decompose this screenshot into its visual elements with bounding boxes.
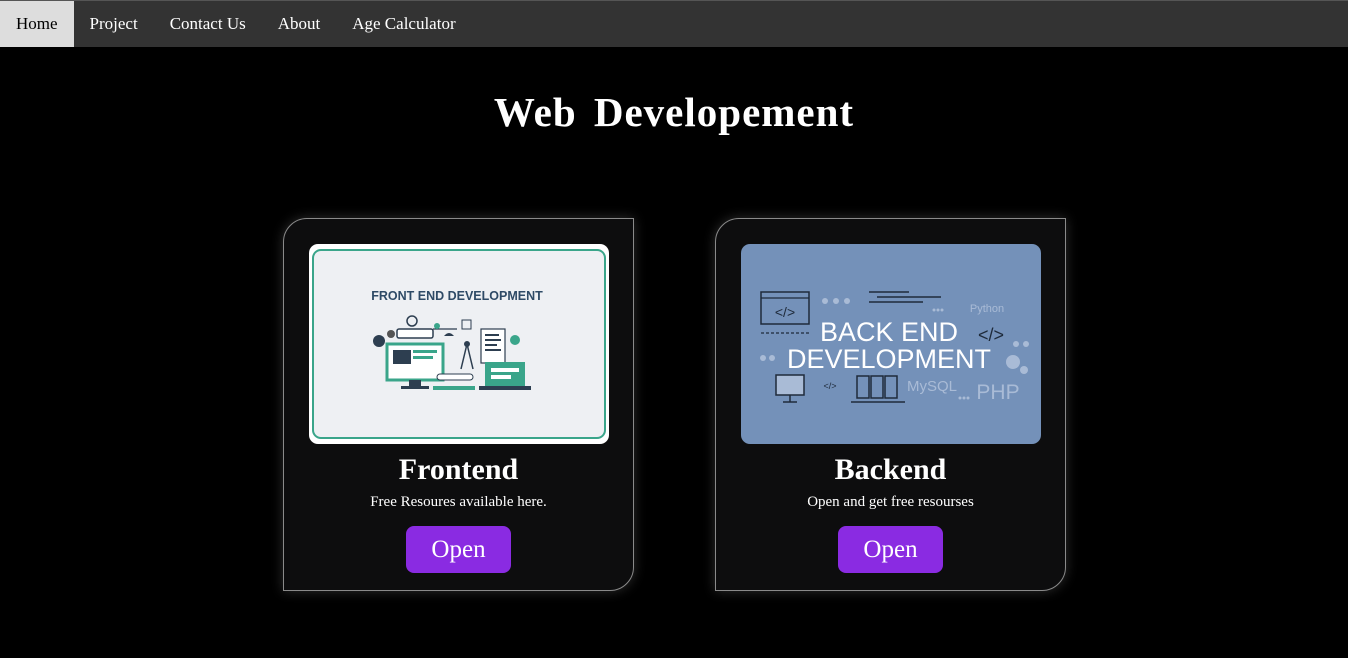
backend-image-line2: DEVELOPMENT <box>787 344 991 374</box>
backend-image: </> </> </> Python MySQL PHP BACK END DE… <box>741 244 1041 444</box>
frontend-card: FRONT END DEVELOPMENT Frontend Free Reso… <box>283 218 634 591</box>
top-navbar: Home Project Contact Us About Age Calcul… <box>0 0 1348 47</box>
nav-contact-us[interactable]: Contact Us <box>154 1 262 47</box>
frontend-image: FRONT END DEVELOPMENT <box>309 244 609 444</box>
nav-project[interactable]: Project <box>74 1 154 47</box>
frontend-image-caption: FRONT END DEVELOPMENT <box>371 289 543 303</box>
frontend-description: Free Resoures available here. <box>370 494 547 510</box>
backend-tag-mysql: MySQL <box>907 378 957 395</box>
backend-tag-php: PHP <box>976 381 1019 404</box>
backend-code-tag-1: </> <box>775 304 795 320</box>
frontend-title: Frontend <box>398 453 519 486</box>
backend-open-button[interactable]: Open <box>838 526 943 573</box>
backend-card: </> </> </> Python MySQL PHP BACK END DE… <box>715 218 1066 591</box>
backend-description: Open and get free resourses <box>807 494 974 510</box>
nav-age-calculator[interactable]: Age Calculator <box>336 1 471 47</box>
backend-code-tag-2: </> <box>978 325 1004 345</box>
backend-tag-python: Python <box>970 303 1004 315</box>
backend-title: Backend <box>834 453 947 486</box>
backend-code-tag-3: </> <box>823 381 836 391</box>
frontend-open-button[interactable]: Open <box>406 526 511 573</box>
nav-home[interactable]: Home <box>0 1 74 47</box>
nav-about[interactable]: About <box>262 1 337 47</box>
page-title: Web Developement <box>493 89 855 135</box>
backend-image-line1: BACK END <box>820 317 958 347</box>
